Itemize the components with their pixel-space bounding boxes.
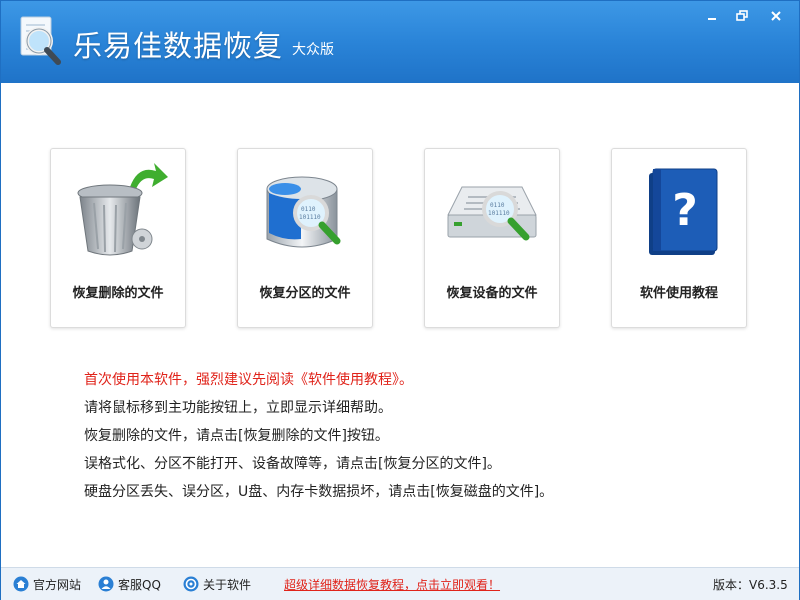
svg-text:101110: 101110 [299,214,321,221]
recover-device-files-button[interactable]: 0110 101110 恢复设备的文件 [424,148,560,328]
help-book-icon: ? [629,159,729,259]
close-icon [771,11,781,21]
edition-label: 大众版 [292,42,334,58]
tips-list: 首次使用本软件，强烈建议先阅读《软件使用教程》。 请将鼠标移到主功能按钮上，立即… [84,366,553,506]
card-label: 恢复分区的文件 [259,286,351,301]
qq-support-link[interactable]: 客服QQ [98,568,161,600]
website-link[interactable]: 官方网站 [13,568,81,600]
tip-highlight: 首次使用本软件，强烈建议先阅读《软件使用教程》。 [84,372,413,388]
svg-text:?: ? [672,185,698,236]
qq-label: 客服QQ [118,577,161,592]
about-label: 关于软件 [203,577,252,592]
svg-text:101110: 101110 [488,210,510,217]
tip-line: 硬盘分区丢失、误分区，U盘、内存卡数据损坏，请点击[恢复磁盘的文件]。 [84,484,554,500]
app-window: 乐易佳数据恢复 大众版 恢复删除的文件 0110 101110 恢复分区的文件 … [0,0,800,600]
status-bar: 官方网站 客服QQ 关于软件 超级详细数据恢复教程，点击立即观看！ 版本：V6.… [1,567,799,600]
card-label: 恢复删除的文件 [72,286,164,301]
svg-text:0110: 0110 [301,206,316,213]
info-icon [183,576,199,592]
recover-deleted-files-button[interactable]: 恢复删除的文件 [50,148,186,328]
home-icon [13,576,29,592]
card-label: 软件使用教程 [639,286,718,301]
version-label: 版本：V6.3.5 [713,578,788,592]
software-tutorial-button[interactable]: ? 软件使用教程 [611,148,747,328]
support-person-icon [98,576,114,592]
recover-partition-files-button[interactable]: 0110 101110 恢复分区的文件 [237,148,373,328]
device-magnifier-icon: 0110 101110 [442,159,542,259]
minimize-icon [708,18,716,20]
main-panel: 恢复删除的文件 0110 101110 恢复分区的文件 0110 101110 … [1,83,799,567]
restore-button[interactable] [729,5,755,27]
partition-magnifier-icon: 0110 101110 [255,159,355,259]
recycle-bin-icon [68,159,168,259]
tutorial-promo-link[interactable]: 超级详细数据恢复教程，点击立即观看！ [284,576,500,593]
tip-line: 请将鼠标移到主功能按钮上，立即显示详细帮助。 [84,400,392,416]
card-label: 恢复设备的文件 [446,286,538,301]
svg-text:0110: 0110 [490,202,505,209]
website-label: 官方网站 [33,577,82,592]
minimize-button[interactable] [699,5,725,27]
title-bar[interactable]: 乐易佳数据恢复 大众版 [1,1,799,83]
tip-line: 恢复删除的文件，请点击[恢复删除的文件]按钮。 [84,428,389,444]
tip-line: 误格式化、分区不能打开、设备故障等，请点击[恢复分区的文件]。 [84,456,501,472]
about-link[interactable]: 关于软件 [183,568,251,600]
app-logo-icon [15,15,65,67]
restore-icon [736,10,748,21]
app-title: 乐易佳数据恢复 [73,29,284,63]
close-button[interactable] [763,5,789,27]
